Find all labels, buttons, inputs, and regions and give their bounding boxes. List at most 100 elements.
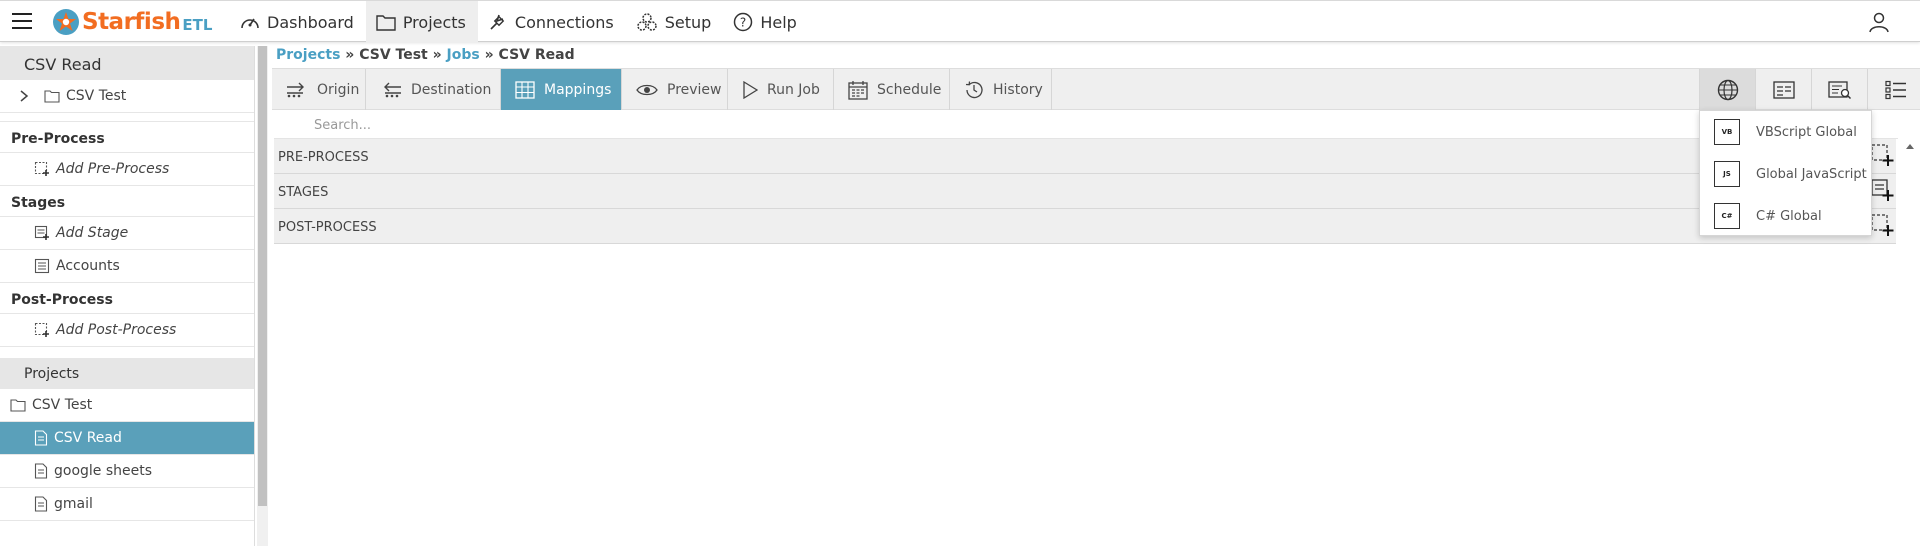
add-stage-icon[interactable] bbox=[1870, 178, 1894, 202]
add-preprocess-label: Add Pre-Process bbox=[56, 161, 170, 177]
logo-text: Starfish bbox=[82, 9, 181, 35]
job-item-csv-read[interactable]: CSV Read bbox=[0, 422, 254, 455]
svg-text:?: ? bbox=[740, 16, 746, 30]
nav-setup[interactable]: Setup bbox=[626, 1, 724, 43]
search-input[interactable] bbox=[274, 112, 874, 138]
scroll-up-arrow-icon[interactable] bbox=[1905, 142, 1915, 150]
job-item-label: google sheets bbox=[54, 463, 153, 479]
chevron-right-icon[interactable] bbox=[18, 89, 30, 103]
logo[interactable]: Starfish ETL bbox=[52, 6, 212, 38]
tab-preview-label: Preview bbox=[667, 81, 722, 98]
project-folder-csv-test[interactable]: CSV Test bbox=[0, 389, 254, 422]
nav-projects[interactable]: Projects bbox=[365, 1, 478, 43]
table-icon bbox=[515, 80, 535, 99]
add-preprocess-button[interactable]: Add Pre-Process bbox=[0, 153, 254, 186]
stage-item-accounts[interactable]: Accounts bbox=[0, 250, 254, 283]
add-postprocess-icon[interactable] bbox=[1870, 213, 1894, 237]
section-label: POST-PROCESS bbox=[278, 220, 377, 235]
job-tabbar: Origin Destination Mappings Preview Run … bbox=[272, 68, 1920, 110]
preprocess-header: Pre-Process bbox=[0, 122, 254, 153]
globals-dropdown-menu: VB VBScript Global JS Global JavaScript … bbox=[1699, 110, 1872, 236]
tab-destination-label: Destination bbox=[411, 81, 492, 98]
history-icon bbox=[965, 80, 983, 98]
tab-origin[interactable]: Origin bbox=[272, 69, 366, 110]
nav-connections[interactable]: Connections bbox=[478, 1, 626, 43]
add-stage-label: Add Stage bbox=[56, 225, 129, 241]
eye-icon bbox=[636, 84, 658, 95]
menu-item-csharp-global[interactable]: C# C# Global bbox=[1700, 195, 1873, 237]
postprocess-header: Post-Process bbox=[0, 283, 254, 314]
javascript-badge-icon: JS bbox=[1714, 161, 1740, 187]
tab-mappings[interactable]: Mappings bbox=[501, 69, 622, 110]
job-log-search-button[interactable] bbox=[1811, 69, 1867, 110]
origin-icon bbox=[287, 82, 304, 97]
tab-history[interactable]: History bbox=[950, 69, 1052, 110]
globe-icon bbox=[1717, 79, 1738, 100]
tab-schedule-label: Schedule bbox=[877, 81, 942, 98]
nav-connections-label: Connections bbox=[514, 12, 614, 32]
user-icon[interactable] bbox=[1868, 11, 1890, 33]
question-circle-icon: ? bbox=[734, 12, 753, 32]
nav-help-label: Help bbox=[760, 12, 797, 32]
job-properties-button[interactable] bbox=[1755, 69, 1811, 110]
section-row-postprocess[interactable]: POST-PROCESS bbox=[274, 209, 1896, 244]
job-item-label: CSV Read bbox=[54, 430, 122, 446]
menu-item-label: VBScript Global bbox=[1756, 124, 1857, 140]
breadcrumb-jobs-link[interactable]: Jobs bbox=[447, 47, 480, 63]
stage-item-label: Accounts bbox=[56, 258, 120, 274]
tab-run-job-label: Run Job bbox=[767, 81, 820, 98]
add-process-icon bbox=[34, 322, 49, 337]
add-stage-icon bbox=[34, 225, 49, 240]
project-folder-label: CSV Test bbox=[32, 397, 93, 413]
folder-icon bbox=[376, 14, 396, 31]
gears-icon bbox=[637, 13, 657, 31]
tab-schedule[interactable]: Schedule bbox=[834, 69, 950, 110]
menu-item-vbscript-global[interactable]: VB VBScript Global bbox=[1700, 111, 1873, 153]
stage-icon bbox=[34, 258, 50, 274]
folder-icon bbox=[10, 399, 26, 412]
folder-icon bbox=[44, 90, 60, 103]
section-row-preprocess[interactable]: PRE-PROCESS bbox=[274, 139, 1896, 174]
menu-item-global-javascript[interactable]: JS Global JavaScript bbox=[1700, 153, 1873, 195]
list-view-button[interactable] bbox=[1867, 69, 1920, 110]
globals-button[interactable] bbox=[1699, 69, 1755, 110]
job-item-google-sheets[interactable]: google sheets bbox=[0, 455, 254, 488]
projects-header: Projects bbox=[0, 358, 254, 389]
section-row-stages[interactable]: STAGES bbox=[274, 174, 1896, 209]
plug-icon bbox=[490, 14, 505, 30]
sidebar-scrollbar-thumb[interactable] bbox=[258, 46, 267, 506]
file-icon bbox=[34, 463, 48, 479]
sidebar-project-link[interactable]: CSV Test bbox=[0, 80, 254, 113]
tab-history-label: History bbox=[993, 81, 1043, 98]
add-stage-button[interactable]: Add Stage bbox=[0, 217, 254, 250]
tab-run-job[interactable]: Run Job bbox=[728, 69, 834, 110]
log-search-icon bbox=[1827, 80, 1851, 99]
file-icon bbox=[34, 496, 48, 512]
starfish-logo-icon bbox=[53, 9, 79, 35]
mapping-search bbox=[274, 112, 1898, 139]
tab-origin-label: Origin bbox=[317, 81, 360, 98]
breadcrumb-project: CSV Test bbox=[359, 47, 428, 63]
sidebar-scrollbar[interactable] bbox=[257, 46, 268, 546]
tab-destination[interactable]: Destination bbox=[366, 69, 501, 110]
nav-dashboard-label: Dashboard bbox=[267, 12, 354, 32]
tab-preview[interactable]: Preview bbox=[622, 69, 728, 110]
sidebar-title: CSV Read bbox=[0, 46, 254, 80]
menu-icon[interactable] bbox=[12, 13, 32, 29]
mappings-scrollbar[interactable] bbox=[1900, 138, 1920, 246]
menu-item-label: C# Global bbox=[1756, 208, 1822, 224]
add-preprocess-icon[interactable] bbox=[1870, 143, 1894, 167]
breadcrumb-separator: » bbox=[340, 47, 360, 63]
nav-help[interactable]: ? Help bbox=[723, 1, 808, 43]
add-postprocess-label: Add Post-Process bbox=[56, 322, 177, 338]
tab-mappings-label: Mappings bbox=[544, 81, 612, 98]
csharp-badge-icon: C# bbox=[1714, 203, 1740, 229]
job-item-gmail[interactable]: gmail bbox=[0, 488, 254, 521]
breadcrumb-job: CSV Read bbox=[498, 47, 575, 63]
breadcrumb-projects-link[interactable]: Projects bbox=[276, 47, 340, 63]
add-postprocess-button[interactable]: Add Post-Process bbox=[0, 314, 254, 347]
gauge-icon bbox=[241, 18, 259, 29]
main-nav: Dashboard Projects Connections Setup ? H… bbox=[230, 1, 809, 43]
file-icon bbox=[34, 430, 48, 446]
nav-dashboard[interactable]: Dashboard bbox=[230, 1, 366, 43]
